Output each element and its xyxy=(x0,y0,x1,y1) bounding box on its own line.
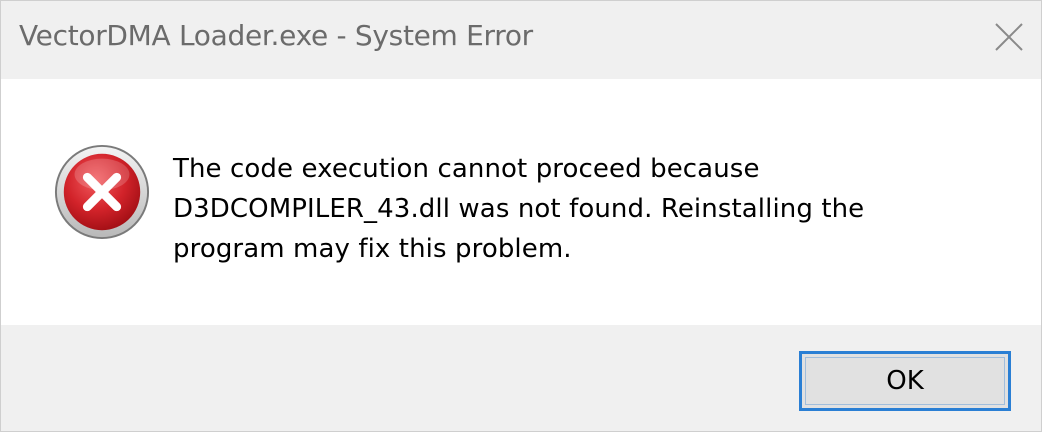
ok-button[interactable]: OK xyxy=(799,351,1011,411)
close-button[interactable] xyxy=(987,15,1031,59)
focus-rectangle xyxy=(805,357,1005,405)
message-line-2: D3DCOMPILER_43.dll was not found. Reinst… xyxy=(173,194,865,224)
dialog-content: The code execution cannot proceed becaus… xyxy=(1,79,1041,325)
title-bar[interactable]: VectorDMA Loader.exe - System Error xyxy=(1,1,1041,79)
message-line-3: program may fix this problem. xyxy=(173,234,572,264)
error-icon xyxy=(54,144,150,240)
message-line-1: The code execution cannot proceed becaus… xyxy=(173,154,760,184)
error-message: The code execution cannot proceed becaus… xyxy=(173,149,1013,269)
window-title: VectorDMA Loader.exe - System Error xyxy=(19,19,533,52)
close-icon xyxy=(995,23,1023,51)
button-bar: OK xyxy=(1,325,1041,431)
system-error-dialog: VectorDMA Loader.exe - System Error The … xyxy=(0,0,1042,432)
